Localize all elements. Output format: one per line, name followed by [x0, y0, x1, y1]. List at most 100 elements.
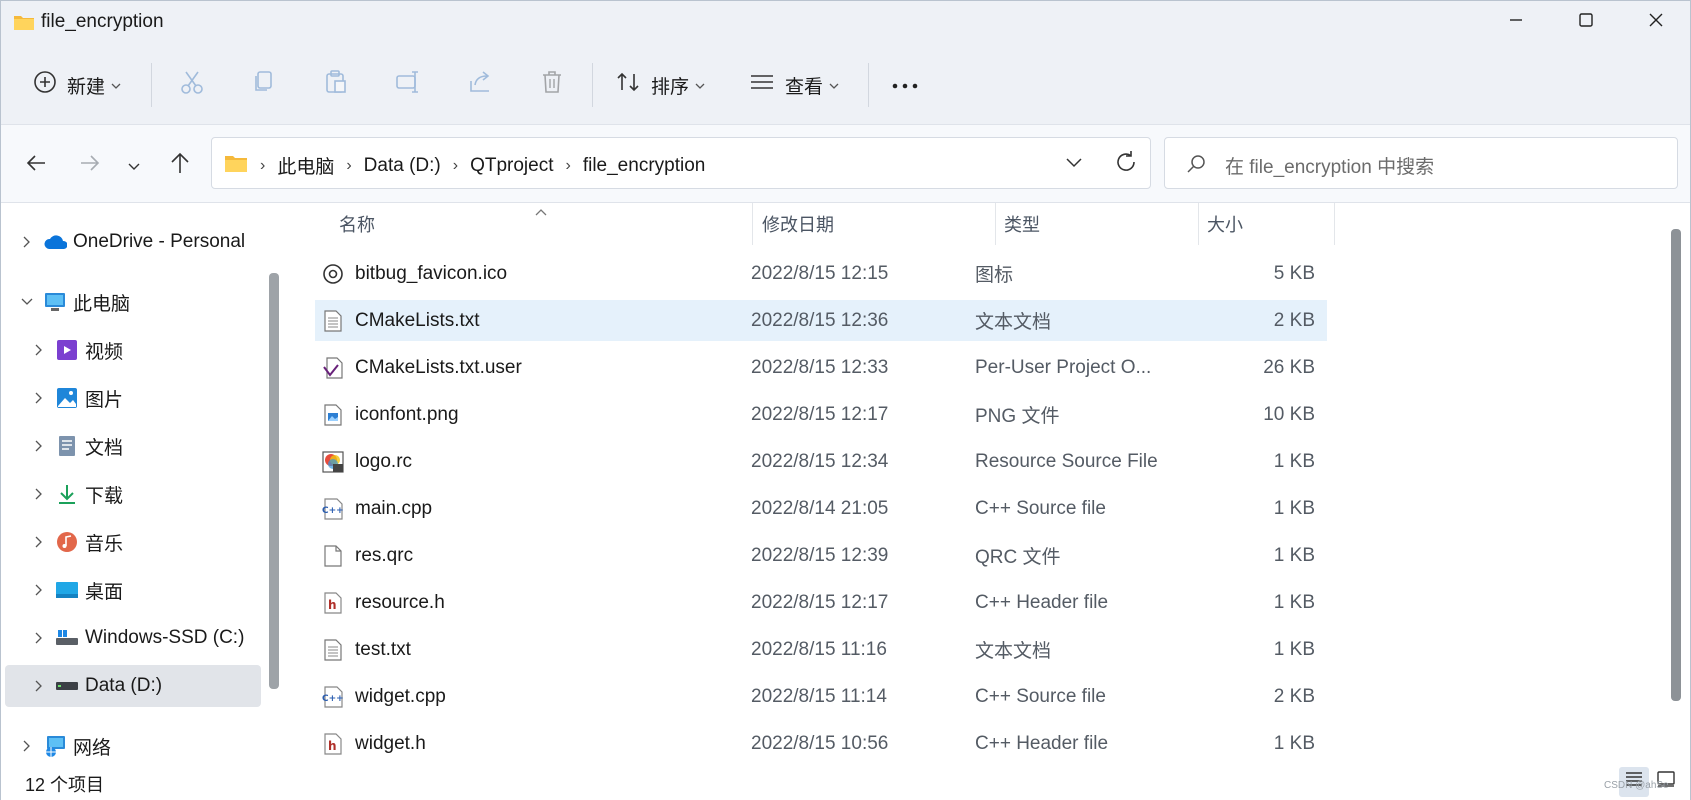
sidebar-item-pictures[interactable]: 图片	[5, 377, 261, 419]
forward-button[interactable]	[73, 149, 107, 183]
title-bar[interactable]: file_encryption	[1, 1, 1690, 45]
share-button[interactable]	[467, 65, 493, 105]
column-header-size[interactable]: 大小	[1207, 203, 1243, 245]
chevron-right-icon[interactable]: ›	[346, 157, 351, 175]
chevron-right-icon[interactable]: ›	[566, 157, 571, 175]
header-file-icon: h	[321, 723, 345, 763]
sidebar-item-drive-d[interactable]: Data (D:)	[5, 665, 261, 707]
chevron-right-icon[interactable]	[31, 536, 47, 548]
sort-button[interactable]: 排序	[615, 65, 705, 105]
svg-text:h: h	[328, 598, 337, 612]
paste-button[interactable]	[323, 65, 349, 105]
close-button[interactable]	[1621, 1, 1691, 45]
column-divider[interactable]	[1334, 203, 1335, 245]
copy-button[interactable]	[251, 65, 277, 105]
file-name: CMakeLists.txt	[355, 309, 480, 331]
search-box[interactable]: 在 file_encryption 中搜索	[1164, 137, 1678, 189]
table-row[interactable]: C++ widget.cpp 2022/8/15 11:14 C++ Sourc…	[315, 676, 1327, 717]
table-row[interactable]: CMakeLists.txt.user 2022/8/15 12:33 Per-…	[315, 347, 1327, 388]
cut-button[interactable]	[179, 65, 205, 105]
chevron-down-icon	[695, 74, 705, 96]
column-header-label: 大小	[1207, 215, 1243, 235]
refresh-button[interactable]	[1114, 150, 1138, 180]
sidebar-item-videos[interactable]: 视频	[5, 329, 261, 371]
file-type: QRC 文件	[975, 547, 1061, 568]
file-type: C++ Source file	[975, 685, 1106, 707]
file-size: 1 KB	[1273, 544, 1315, 566]
address-bar[interactable]: › 此电脑 › Data (D:) › QTproject › file_enc…	[211, 137, 1151, 189]
sidebar-item-desktop[interactable]: 桌面	[5, 569, 261, 611]
table-row[interactable]: C++ main.cpp 2022/8/14 21:05 C++ Source …	[315, 488, 1327, 529]
file-type: C++ Header file	[975, 591, 1109, 613]
chevron-right-icon[interactable]	[31, 440, 47, 452]
table-row[interactable]: CMakeLists.txt 2022/8/15 12:36 文本文档 2 KB	[315, 300, 1327, 341]
rename-button[interactable]	[395, 65, 421, 105]
file-name: CMakeLists.txt.user	[355, 356, 522, 378]
table-row[interactable]: bitbug_favicon.ico 2022/8/15 12:15 图标 5 …	[315, 253, 1327, 294]
video-icon	[55, 338, 79, 362]
search-icon	[1185, 153, 1207, 181]
breadcrumb-item[interactable]: Data (D:)	[364, 155, 441, 177]
table-row[interactable]: test.txt 2022/8/15 11:16 文本文档 1 KB	[315, 629, 1327, 670]
chevron-right-icon[interactable]	[31, 584, 47, 596]
column-divider[interactable]	[995, 203, 996, 245]
file-date: 2022/8/15 12:15	[751, 262, 889, 284]
chevron-down-icon[interactable]	[19, 298, 35, 306]
maximize-button[interactable]	[1551, 1, 1621, 45]
table-row[interactable]: h widget.h 2022/8/15 10:56 C++ Header fi…	[315, 723, 1327, 763]
chevron-right-icon[interactable]: ›	[453, 157, 458, 175]
column-divider[interactable]	[1198, 203, 1199, 245]
chevron-right-icon[interactable]	[31, 488, 47, 500]
chevron-right-icon[interactable]	[31, 344, 47, 356]
arrow-left-icon	[25, 152, 47, 180]
up-button[interactable]	[163, 149, 197, 183]
chevron-right-icon[interactable]	[31, 632, 47, 644]
copy-icon	[251, 69, 277, 101]
view-button[interactable]: 查看	[749, 65, 839, 105]
sidebar-item-this-pc[interactable]: 此电脑	[5, 281, 261, 323]
table-row[interactable]: h resource.h 2022/8/15 12:17 C++ Header …	[315, 582, 1327, 623]
table-row[interactable]: res.qrc 2022/8/15 12:39 QRC 文件 1 KB	[315, 535, 1327, 576]
sidebar-item-drive-c[interactable]: Windows-SSD (C:)	[5, 617, 261, 659]
file-type: 文本文档	[975, 312, 1052, 333]
chevron-right-icon[interactable]	[19, 740, 35, 752]
chevron-right-icon[interactable]	[31, 680, 47, 692]
sidebar-item-network[interactable]: 网络	[5, 725, 261, 763]
file-size: 1 KB	[1273, 732, 1315, 754]
file-date: 2022/8/15 11:14	[751, 685, 887, 707]
sidebar-item-documents[interactable]: 文档	[5, 425, 261, 467]
sort-label: 排序	[651, 76, 690, 98]
breadcrumb-item[interactable]: 此电脑	[277, 152, 334, 179]
breadcrumb-item[interactable]: QTproject	[470, 155, 553, 177]
sidebar-item-downloads[interactable]: 下载	[5, 473, 261, 515]
sidebar-item-onedrive[interactable]: OneDrive - Personal	[5, 221, 261, 263]
share-icon	[467, 69, 493, 101]
column-header-date[interactable]: 修改日期	[762, 203, 834, 245]
chevron-right-icon[interactable]	[19, 236, 35, 248]
column-header-label: 修改日期	[762, 215, 834, 235]
cpp-file-icon: C++	[321, 488, 345, 529]
column-header-name[interactable]: 名称	[339, 203, 375, 245]
address-row: › 此电脑 › Data (D:) › QTproject › file_enc…	[1, 125, 1690, 203]
file-name: logo.rc	[355, 450, 413, 472]
back-button[interactable]	[19, 149, 53, 183]
breadcrumb-item[interactable]: file_encryption	[583, 155, 706, 177]
more-button[interactable]	[891, 65, 919, 105]
delete-button[interactable]	[539, 65, 565, 105]
minimize-button[interactable]	[1481, 1, 1551, 45]
sidebar-scrollbar[interactable]	[269, 273, 279, 689]
search-input[interactable]: 在 file_encryption 中搜索	[1225, 152, 1434, 179]
address-history-button[interactable]	[1064, 152, 1084, 178]
folder-icon	[224, 153, 248, 179]
sidebar-item-music[interactable]: 音乐	[5, 521, 261, 563]
column-header-type[interactable]: 类型	[1004, 203, 1040, 245]
file-list-scrollbar[interactable]	[1671, 229, 1681, 701]
file-size: 1 KB	[1273, 497, 1315, 519]
table-row[interactable]: iconfont.png 2022/8/15 12:17 PNG 文件 10 K…	[315, 394, 1327, 435]
table-row[interactable]: logo.rc 2022/8/15 12:34 Resource Source …	[315, 441, 1327, 482]
recent-locations-button[interactable]	[117, 149, 151, 183]
new-button[interactable]: 新建	[33, 65, 121, 105]
file-name: bitbug_favicon.ico	[355, 262, 508, 284]
chevron-right-icon[interactable]	[31, 392, 47, 404]
column-divider[interactable]	[752, 203, 753, 245]
